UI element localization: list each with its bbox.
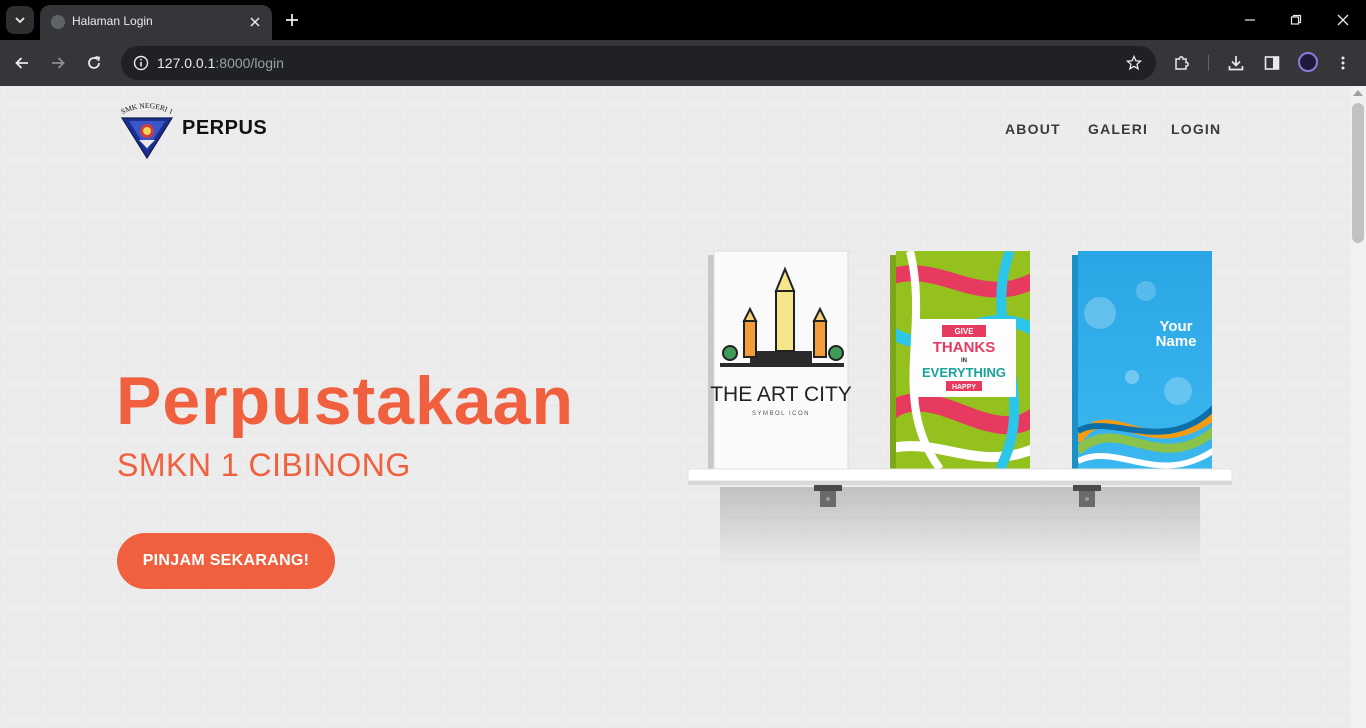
book2-line2: THANKS [933, 339, 996, 356]
window-close-button[interactable] [1331, 8, 1355, 32]
plus-icon [286, 14, 298, 26]
book2-line4: EVERYTHING [922, 365, 1006, 380]
book1-subtitle: SYMBOL ICON [752, 411, 810, 417]
book3-line2: Name [1156, 333, 1197, 350]
url-path: :8000/login [215, 55, 284, 71]
borrow-now-button[interactable]: PINJAM SEKARANG! [117, 533, 335, 589]
nav-galeri[interactable]: GALERI [1088, 121, 1148, 137]
globe-icon [51, 15, 65, 29]
chevron-down-icon [15, 17, 25, 24]
logo-caption: SMK NEGERI 1 [119, 101, 175, 116]
download-icon [1228, 56, 1244, 71]
book2-line5: HAPPY [952, 384, 976, 391]
back-button[interactable] [10, 51, 34, 75]
hero-subtitle: SMKN 1 CIBINONG [117, 447, 411, 483]
browser-menu-button[interactable] [1331, 51, 1355, 75]
side-panel-button[interactable] [1260, 51, 1284, 75]
extensions-button[interactable] [1170, 51, 1194, 75]
minimize-icon [1245, 19, 1255, 21]
site-brand[interactable]: PERPUS [182, 117, 267, 140]
arrow-right-icon [52, 57, 65, 69]
hero-title: Perpustakaan [116, 363, 574, 439]
url-text: 127.0.0.1:8000/login [157, 55, 284, 71]
minimize-button[interactable] [1238, 8, 1262, 32]
book2-line3: IN [961, 358, 967, 364]
site-info-button[interactable] [131, 53, 151, 73]
svg-text:SMK NEGERI 1: SMK NEGERI 1 [119, 101, 175, 116]
arrow-left-icon [15, 57, 28, 69]
school-logo[interactable]: SMK NEGERI 1 [117, 100, 177, 160]
nav-about[interactable]: ABOUT [1005, 121, 1061, 137]
reload-button[interactable] [82, 51, 106, 75]
tab-search-button[interactable] [6, 6, 34, 34]
url-host: 127.0.0.1 [157, 55, 216, 71]
star-icon [1126, 55, 1142, 71]
close-icon [1337, 14, 1349, 26]
web-page: SMK NEGERI 1 PERPUS ABOUT GALERI LOGIN P… [0, 86, 1350, 728]
new-tab-button[interactable] [282, 10, 302, 30]
browser-tab-strip: Halaman Login [0, 0, 1366, 40]
scrollbar-thumb[interactable] [1352, 103, 1364, 243]
toolbar-separator [1208, 55, 1209, 71]
book-art-city: THE ART CITY SYMBOL ICON [708, 250, 852, 470]
reload-icon [88, 56, 101, 69]
close-icon [250, 17, 260, 27]
bookmark-button[interactable] [1124, 53, 1144, 73]
browser-toolbar: 127.0.0.1:8000/login [0, 40, 1366, 86]
tab-close-button[interactable] [246, 13, 264, 31]
bookshelf-illustration: THE ART CITY SYMBOL ICON GIVE THANKS IN … [687, 250, 1233, 567]
book-your-name: Your Name [1072, 251, 1212, 469]
restore-icon [1290, 14, 1302, 25]
forward-button[interactable] [46, 51, 70, 75]
nav-login[interactable]: LOGIN [1171, 121, 1221, 137]
book-give-thanks: GIVE THANKS IN EVERYTHING HAPPY [890, 251, 1030, 469]
book2-line1: GIVE [954, 327, 974, 336]
puzzle-icon [1175, 56, 1189, 70]
profile-avatar[interactable] [1298, 52, 1318, 72]
address-bar[interactable]: 127.0.0.1:8000/login [121, 46, 1156, 80]
downloads-button[interactable] [1224, 51, 1248, 75]
restore-button[interactable] [1284, 8, 1308, 32]
kebab-menu-icon [1341, 56, 1345, 70]
browser-tab-active[interactable]: Halaman Login [40, 5, 272, 40]
book1-title: THE ART CITY [710, 383, 852, 406]
tab-title: Halaman Login [72, 14, 153, 28]
side-panel-icon [1264, 56, 1280, 70]
scroll-up-arrow[interactable] [1353, 90, 1363, 96]
info-icon [133, 55, 149, 71]
